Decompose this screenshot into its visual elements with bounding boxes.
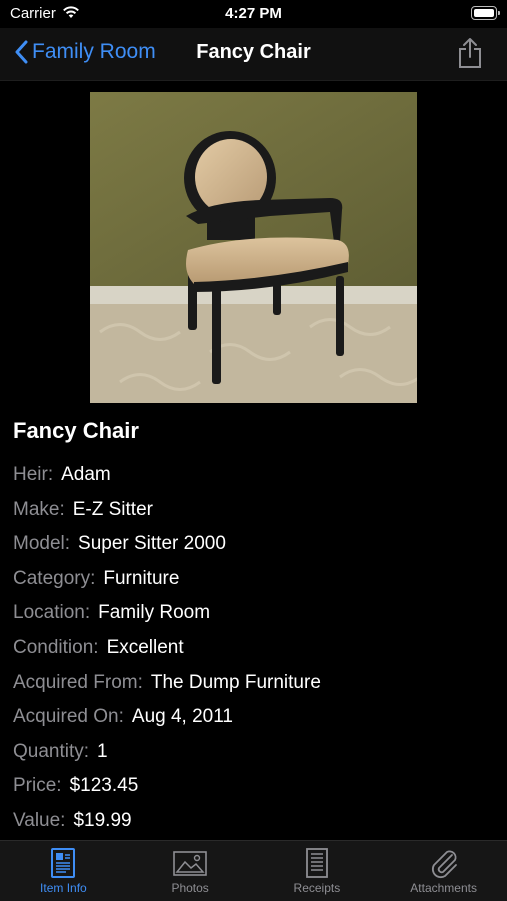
tab-label: Attachments [410, 881, 477, 895]
detail-label: Model: [13, 533, 71, 555]
detail-label: Acquired On: [13, 706, 124, 728]
item-details: Heir: Adam Make: E-Z Sitter Model: Super Si… [13, 458, 321, 839]
detail-value: $123.45 [69, 775, 139, 797]
status-bar: Carrier 4:27 PM [0, 0, 507, 28]
detail-value: 1 [97, 740, 108, 762]
detail-value: Super Sitter 2000 [78, 533, 226, 555]
detail-row-location: Location: Family Room [13, 596, 321, 631]
back-button-label: Family Room [32, 40, 156, 63]
back-button[interactable]: Family Room [14, 40, 156, 64]
chevron-left-icon [15, 40, 28, 64]
detail-row-make: Make: E-Z Sitter [13, 493, 321, 528]
detail-value: $19.99 [73, 809, 132, 831]
detail-value: E-Z Sitter [72, 498, 153, 520]
item-name: Fancy Chair [13, 418, 139, 443]
detail-row-condition: Condition: Excellent [13, 631, 321, 666]
detail-label: Category: [13, 567, 96, 589]
tab-label: Photos [171, 881, 209, 895]
detail-label: Make: [13, 498, 65, 520]
photos-icon [173, 851, 207, 876]
share-button[interactable] [457, 37, 483, 74]
detail-value: The Dump Furniture [150, 671, 321, 693]
battery-icon [471, 6, 500, 20]
detail-value: Aug 4, 2011 [131, 706, 233, 728]
detail-row-model: Model: Super Sitter 2000 [13, 527, 321, 562]
detail-value: Furniture [103, 567, 180, 589]
detail-label: Acquired From: [13, 671, 143, 693]
detail-label: Heir: [13, 464, 54, 485]
detail-label: Location: [13, 602, 91, 624]
tab-receipts[interactable]: Receipts [254, 841, 381, 901]
tab-attachments[interactable]: Attachments [380, 841, 507, 901]
receipts-icon [305, 848, 328, 878]
tab-bar: Item Info Photos Receipts Attachments [0, 840, 507, 901]
detail-value: Family Room [98, 602, 211, 624]
detail-label: Condition: [13, 636, 99, 658]
detail-row-price: Price: $123.45 [13, 769, 321, 804]
clock: 4:27 PM [225, 5, 282, 22]
tab-photos[interactable]: Photos [127, 841, 254, 901]
detail-value: Excellent [106, 636, 184, 658]
detail-value: Adam [61, 464, 111, 485]
share-icon [459, 38, 481, 68]
navigation-bar: Family Room Fancy Chair [0, 28, 507, 81]
detail-label: Price: [13, 775, 62, 797]
detail-row-value: Value: $19.99 [13, 804, 321, 839]
tab-label: Item Info [40, 881, 87, 895]
detail-row-acquired-from: Acquired From: The Dump Furniture [13, 666, 321, 701]
detail-row-heir: Heir: Adam [13, 458, 321, 493]
detail-row-category: Category: Furniture [13, 562, 321, 597]
detail-label: Quantity: [13, 740, 90, 762]
tab-label: Receipts [293, 881, 341, 895]
detail-row-acquired-on: Acquired On: Aug 4, 2011 [13, 700, 321, 735]
paperclip-icon [431, 850, 457, 879]
tab-item-info[interactable]: Item Info [0, 841, 127, 901]
item-photo[interactable] [90, 92, 417, 403]
detail-row-quantity: Quantity: 1 [13, 735, 321, 770]
item-info-icon [51, 848, 76, 878]
chair-image [90, 92, 417, 403]
detail-label: Value: [13, 809, 66, 831]
